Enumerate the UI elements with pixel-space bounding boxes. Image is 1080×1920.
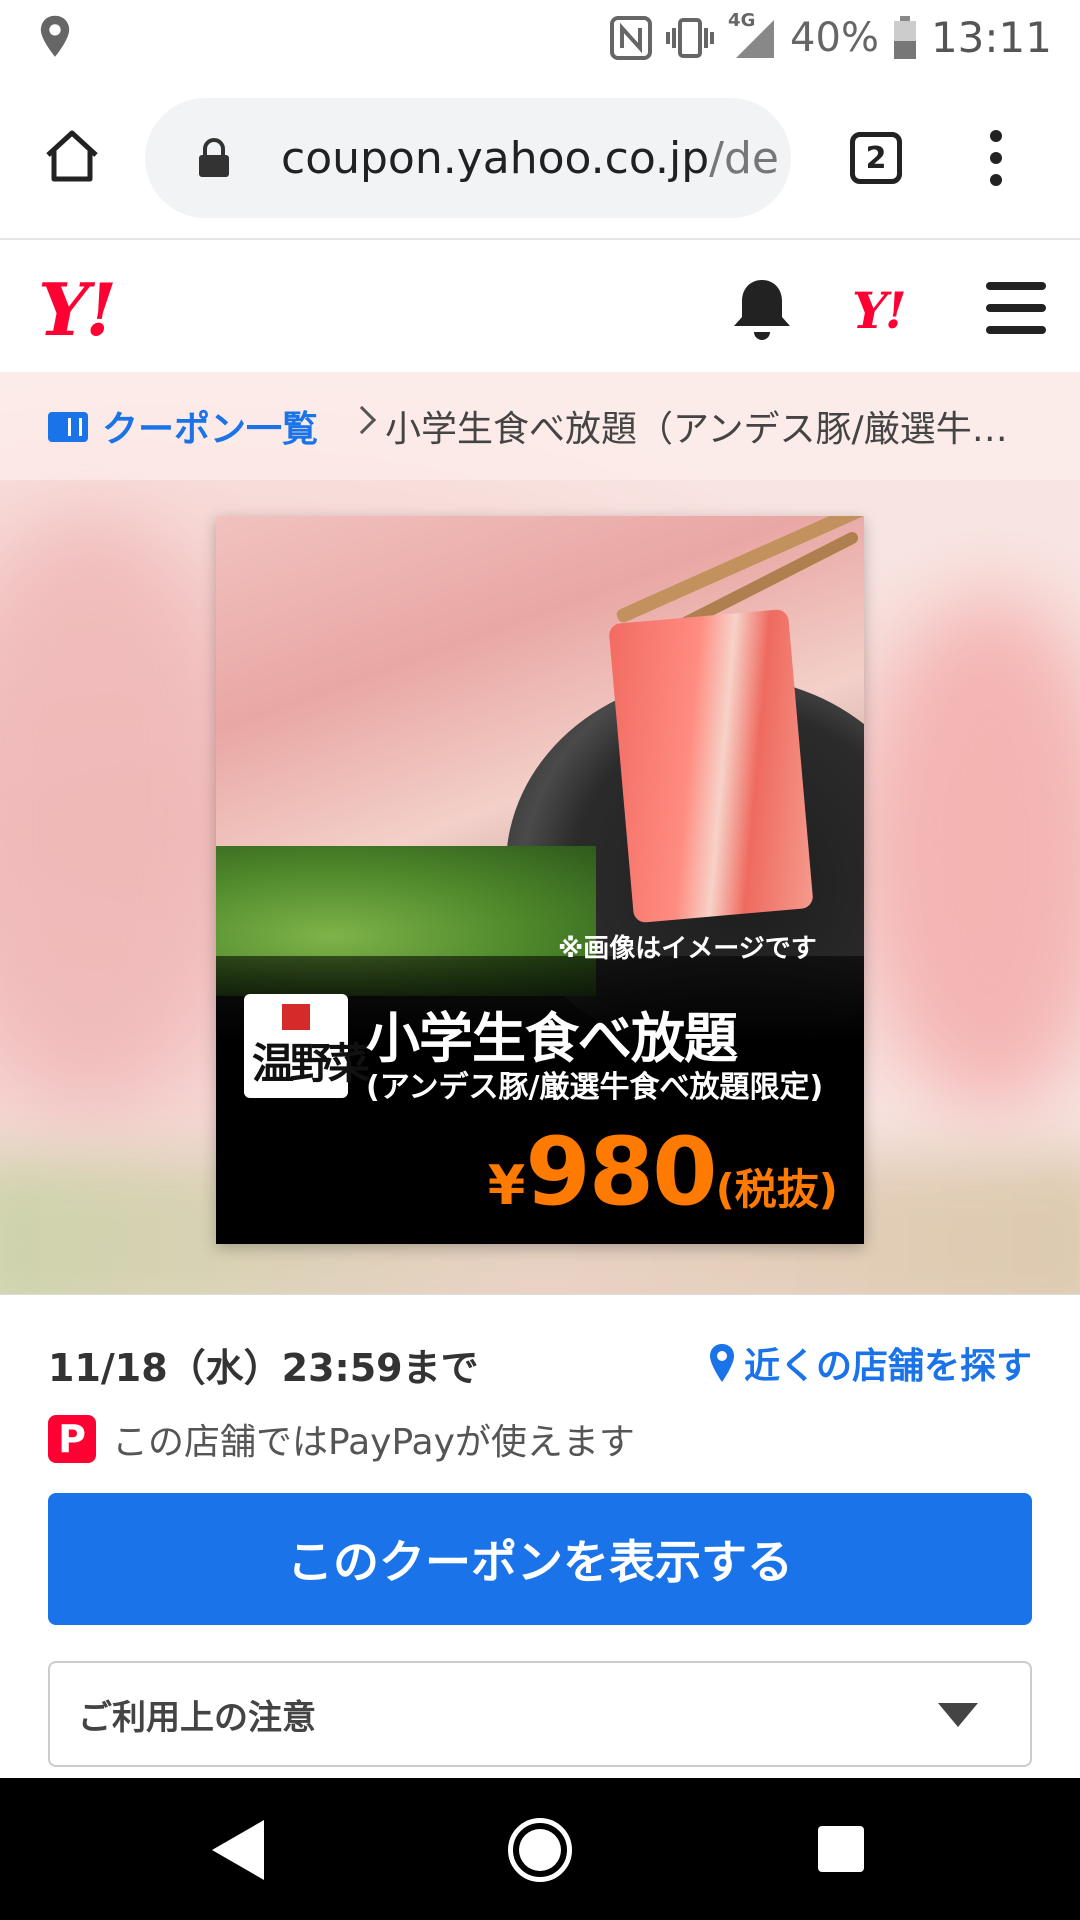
clock: 13:11 (930, 13, 1052, 62)
paypay-notice: P この店舗ではPayPayが使えます (48, 1413, 635, 1465)
breadcrumb-current: 小学生食べ放題（アンデス豚/厳選牛… (385, 409, 1005, 450)
lock-icon (199, 138, 229, 177)
site-header: Y! Y! (0, 242, 1080, 372)
url-text: coupon.yahoo.co.jp/de (281, 133, 779, 184)
vibrate-icon (666, 17, 715, 58)
map-pin-icon (709, 1344, 734, 1382)
coupon-details: 11/18（水）23:59まで 近くの店舗を探す P この店舗ではPayPayが… (0, 1294, 1080, 1778)
shop-logo: 温野菜 (244, 994, 370, 1098)
status-right: 4G 40% 13:11 (610, 0, 1052, 75)
more-menu-icon[interactable] (988, 130, 1004, 186)
url-host: coupon.yahoo.co.jp (281, 132, 710, 184)
coupon-list-icon (48, 412, 88, 442)
shop-logo-text: 温野菜 (252, 1039, 370, 1088)
status-bar: 4G 40% 13:11 (0, 0, 1080, 75)
hamburger-menu-icon[interactable] (986, 282, 1046, 334)
coupon-hero: クーポン一覧 小学生食べ放題（アンデス豚/厳選牛… ※画像はイメージです 温野菜… (0, 372, 1080, 1294)
price-value: 980 (525, 1118, 717, 1227)
find-nearby-stores-label: 近くの店舗を探す (743, 1346, 1032, 1387)
coupon-image: ※画像はイメージです 温野菜 小学生食べ放題 (アンデス豚/厳選牛食べ放題限定)… (216, 516, 864, 1244)
yahoo-logo[interactable]: Y! (38, 274, 117, 346)
image-note: ※画像はイメージです (558, 934, 817, 964)
system-nav-bar (0, 1778, 1080, 1920)
notification-bell-icon[interactable] (730, 276, 794, 342)
yahoo-services-icon[interactable]: Y! (852, 286, 907, 336)
recent-apps-icon[interactable] (818, 1826, 864, 1872)
coupon-price: ¥ 980 (税抜) (488, 1126, 838, 1220)
coupon-subtitle: (アンデス豚/厳選牛食べ放題限定) (366, 1070, 824, 1105)
usage-notes-label: ご利用上の注意 (78, 1697, 316, 1738)
usage-notes-dropdown[interactable]: ご利用上の注意 (48, 1661, 1032, 1767)
price-symbol: ¥ (487, 1154, 526, 1217)
breadcrumb-link-coupon-list[interactable]: クーポン一覧 (102, 400, 318, 452)
show-coupon-button[interactable]: このクーポンを表示する (48, 1493, 1032, 1625)
caret-down-icon (938, 1703, 978, 1727)
find-nearby-stores-link[interactable]: 近くの店舗を探す (708, 1337, 1032, 1389)
chevron-right-icon (347, 405, 377, 435)
browser-toolbar: coupon.yahoo.co.jp/de 2 (0, 75, 1080, 240)
location-icon (40, 15, 70, 57)
paypay-text: この店舗ではPayPayが使えます (112, 1422, 635, 1463)
back-icon[interactable] (212, 1820, 264, 1880)
tab-switcher-button[interactable]: 2 (850, 132, 902, 184)
price-tax: (税抜) (715, 1165, 838, 1214)
paypay-icon: P (48, 1415, 96, 1463)
home-circle-icon[interactable] (508, 1818, 572, 1882)
home-icon[interactable] (42, 125, 102, 185)
url-bar[interactable]: coupon.yahoo.co.jp/de (145, 98, 791, 218)
signal-icon: 4G (728, 10, 776, 60)
nfc-icon (610, 15, 653, 60)
battery-icon (893, 15, 916, 59)
url-path: /de (709, 132, 779, 184)
expiry-date: 11/18（水）23:59まで (48, 1346, 479, 1390)
battery-percent: 40% (790, 14, 879, 61)
breadcrumb: クーポン一覧 小学生食べ放題（アンデス豚/厳選牛… (0, 372, 1080, 480)
